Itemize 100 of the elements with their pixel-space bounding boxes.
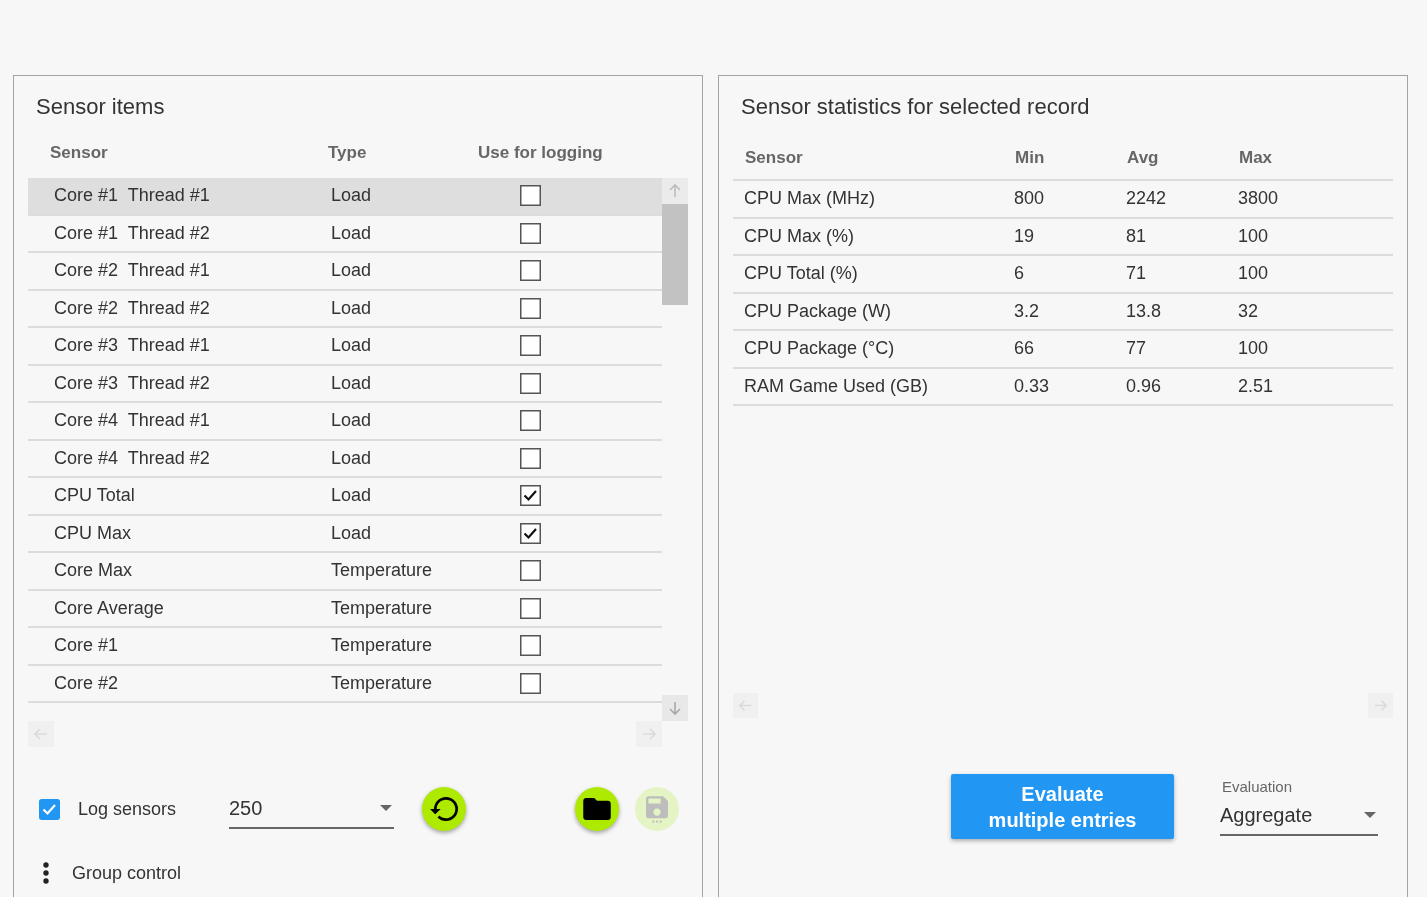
- sensor-name: CPU Total: [54, 485, 135, 507]
- stat-value: 3800: [1238, 188, 1279, 210]
- table-row[interactable]: CPU Total Load: [28, 478, 662, 516]
- restore-button[interactable]: [422, 787, 466, 831]
- evaluation-label: Evaluation: [1222, 778, 1293, 796]
- sensor-name: Core #1 Thread #1: [54, 185, 210, 207]
- sensor-name: CPU Max (MHz): [744, 188, 875, 210]
- checkbox[interactable]: [520, 635, 541, 657]
- circular-arrow-icon: [430, 797, 458, 821]
- sensor-type: Load: [331, 335, 372, 357]
- sensor-type: Load: [331, 447, 372, 469]
- sensor-name: CPU Total (%): [744, 263, 858, 285]
- stat-value: 2242: [1126, 188, 1167, 210]
- scrollbar-thumb[interactable]: [662, 204, 688, 305]
- table-row[interactable]: Core #3 Thread #2 Load: [28, 365, 662, 403]
- table-row[interactable]: Core Max Temperature: [28, 553, 662, 591]
- checkbox[interactable]: [520, 335, 541, 357]
- sensor-name: CPU Package (°C): [744, 338, 895, 360]
- sensor-type: Load: [331, 485, 372, 507]
- table-row[interactable]: Core #1 Thread #2 Load: [28, 215, 662, 253]
- checkbox[interactable]: [520, 672, 541, 694]
- stat-value: 81: [1126, 225, 1147, 247]
- sensor-name: RAM Game Used (GB): [744, 375, 929, 397]
- table-row[interactable]: Core #2 Temperature: [28, 665, 662, 703]
- sensor-name: Core #2: [54, 672, 119, 694]
- folder-icon: [583, 798, 611, 820]
- sensor-name: Core #3 Thread #2: [54, 372, 210, 394]
- stat-value: 2.51: [1238, 375, 1274, 397]
- stat-value: 66: [1014, 338, 1035, 360]
- stat-value: 100: [1238, 338, 1269, 360]
- sensor-type: Load: [331, 297, 372, 319]
- checkbox[interactable]: [520, 522, 541, 544]
- sensor-name: Core #1: [54, 635, 119, 657]
- table-row[interactable]: Core #1 Thread #1 Load: [28, 178, 662, 216]
- table-row[interactable]: Core #2 Thread #1 Load: [28, 253, 662, 291]
- table-row[interactable]: Core #1 Temperature: [28, 628, 662, 666]
- checkbox[interactable]: [520, 597, 541, 619]
- checkbox[interactable]: [520, 222, 541, 244]
- interval-dropdown[interactable]: 250: [229, 789, 394, 829]
- checkbox[interactable]: [520, 185, 541, 207]
- column-header: Type: [328, 143, 367, 163]
- stat-value: 77: [1126, 338, 1147, 360]
- sensor-type: Temperature: [331, 597, 433, 619]
- checkbox[interactable]: [520, 297, 541, 319]
- table-row[interactable]: Core #4 Thread #2 Load: [28, 440, 662, 478]
- checkbox[interactable]: [520, 447, 541, 469]
- checkbox[interactable]: [520, 410, 541, 432]
- sensor-type: Load: [331, 372, 372, 394]
- checkbox[interactable]: [39, 798, 60, 820]
- sensor-name: CPU Package (W): [744, 300, 892, 322]
- checkbox[interactable]: [520, 372, 541, 394]
- sensor-name: Core #4 Thread #1: [54, 410, 210, 432]
- sensor-name: Core #2 Thread #1: [54, 260, 210, 282]
- stat-value: 71: [1126, 263, 1147, 285]
- table-row[interactable]: Core #4 Thread #1 Load: [28, 403, 662, 441]
- table-row[interactable]: Core Average Temperature: [28, 590, 662, 628]
- sensor-type: Load: [331, 410, 372, 432]
- column-header: Sensor: [50, 143, 108, 163]
- column-header: Sensor: [745, 147, 803, 168]
- sensor-type: Load: [331, 522, 372, 544]
- sensor-name: Core #3 Thread #1: [54, 335, 210, 357]
- table-row[interactable]: CPU Max Load: [28, 515, 662, 553]
- sensor-type: Temperature: [331, 635, 433, 657]
- column-header: Use for logging: [478, 143, 603, 163]
- stat-value: 100: [1238, 225, 1269, 247]
- sensor-name: Core Average: [54, 597, 164, 619]
- panel-title: Sensor statistics for selected record: [741, 93, 1090, 121]
- table-row[interactable]: Core #2 Thread #2 Load: [28, 290, 662, 328]
- folder-button[interactable]: [575, 787, 619, 831]
- sensor-name: CPU Max (%): [744, 225, 854, 247]
- stat-value: 100: [1238, 263, 1269, 285]
- stat-value: 3.2: [1014, 300, 1040, 322]
- sensor-type: Load: [331, 185, 372, 207]
- sensor-type: Load: [331, 222, 372, 244]
- caret-icon: [380, 805, 392, 811]
- stat-value: 6: [1014, 263, 1024, 285]
- sensor-type: Temperature: [331, 672, 433, 694]
- checkbox[interactable]: [520, 560, 541, 582]
- stat-value: 13.8: [1126, 300, 1162, 322]
- more-vertical-icon: [43, 862, 49, 884]
- evaluation-dropdown[interactable]: Aggregate: [1220, 796, 1378, 836]
- checkbox[interactable]: [520, 485, 541, 507]
- sensor-name: Core #4 Thread #2: [54, 447, 210, 469]
- stat-value: 0.96: [1126, 375, 1162, 397]
- table-row[interactable]: Core #3 Thread #1 Load: [28, 328, 662, 366]
- group-control-button[interactable]: Group control: [43, 858, 182, 888]
- column-header: Max: [1239, 147, 1273, 168]
- column-header: Avg: [1127, 147, 1159, 168]
- sensor-name: Core Max: [54, 560, 133, 582]
- panel-title: Sensor items: [36, 93, 165, 121]
- sensor-name: Core #1 Thread #2: [54, 222, 210, 244]
- stat-value: 19: [1014, 225, 1035, 247]
- sensor-name: Core #2 Thread #2: [54, 297, 210, 319]
- caret-icon: [1364, 812, 1376, 818]
- sensor-type: Temperature: [331, 560, 433, 582]
- stat-value: 32: [1238, 300, 1259, 322]
- log-sensors-label: Log sensors: [78, 798, 177, 820]
- stat-value: 0.33: [1014, 375, 1050, 397]
- checkbox[interactable]: [520, 260, 541, 282]
- sensor-name: CPU Max: [54, 522, 131, 544]
